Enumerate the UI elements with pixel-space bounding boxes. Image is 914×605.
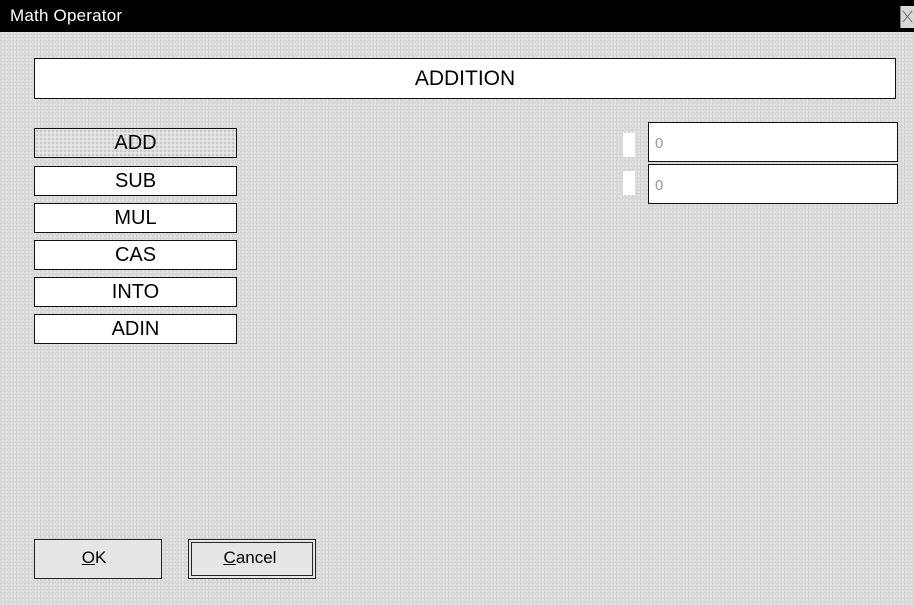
- window-title: Math Operator: [10, 6, 123, 25]
- cancel-button-label: Cancel: [185, 548, 315, 568]
- mul-button[interactable]: MUL: [34, 203, 237, 233]
- operand-2-marker: [623, 171, 635, 195]
- operand-1-marker: [623, 133, 635, 157]
- add-button[interactable]: ADD: [34, 128, 237, 158]
- operation-banner: ADDITION: [34, 58, 896, 99]
- ok-mnemonic: O: [81, 548, 95, 567]
- cancel-mnemonic: C: [223, 548, 236, 567]
- operand-1-field[interactable]: [648, 122, 898, 162]
- ok-label-rest: K: [94, 548, 107, 567]
- operand-2-field[interactable]: [648, 164, 898, 204]
- adin-button[interactable]: ADIN: [34, 314, 237, 344]
- ok-button[interactable]: OK: [34, 539, 162, 579]
- cancel-button[interactable]: Cancel: [188, 539, 316, 579]
- cancel-label-rest: ancel: [235, 548, 277, 567]
- into-button[interactable]: INTO: [34, 277, 237, 307]
- cas-button[interactable]: CAS: [34, 240, 237, 270]
- math-operator-dialog: Math Operator ADDITION ADD SUB MUL CAS I…: [0, 0, 914, 605]
- title-bar: Math Operator: [0, 0, 914, 32]
- ok-button-label: OK: [27, 548, 161, 568]
- close-icon[interactable]: [900, 6, 914, 28]
- sub-button[interactable]: SUB: [34, 166, 237, 196]
